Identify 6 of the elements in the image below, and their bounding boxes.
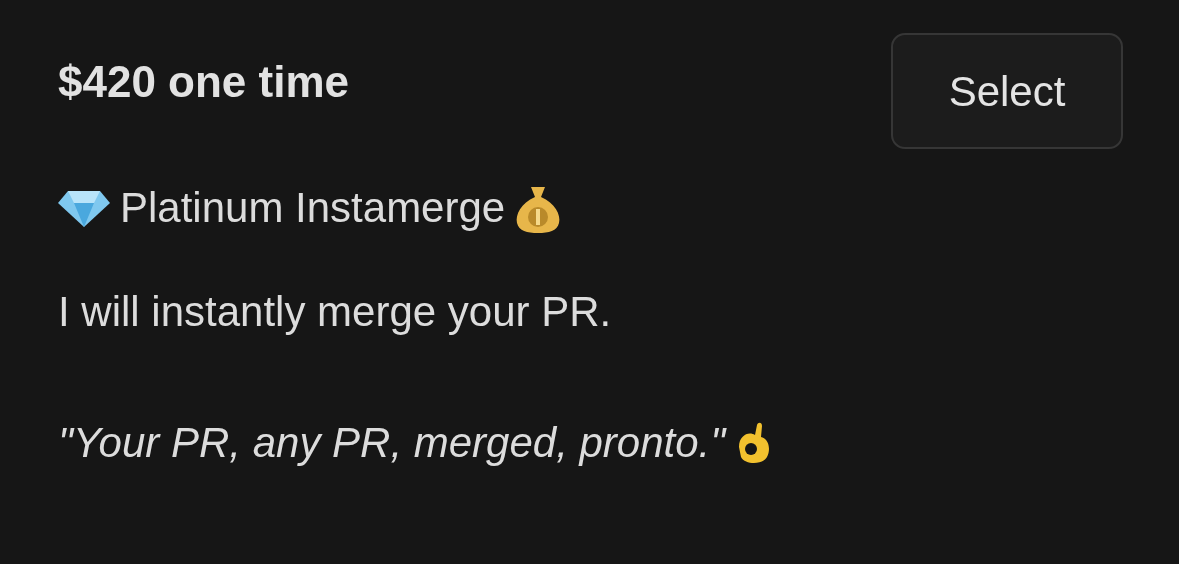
price-title: $420 one time: [58, 60, 350, 104]
diamond-icon: [58, 189, 110, 227]
plan-description: I will instantly merge your PR.: [58, 291, 613, 333]
plan-name: Platinum Instamerge: [120, 187, 506, 229]
select-button[interactable]: Select: [891, 33, 1123, 149]
plan-tagline: "Your PR, any PR, merged, pronto.": [58, 422, 726, 464]
